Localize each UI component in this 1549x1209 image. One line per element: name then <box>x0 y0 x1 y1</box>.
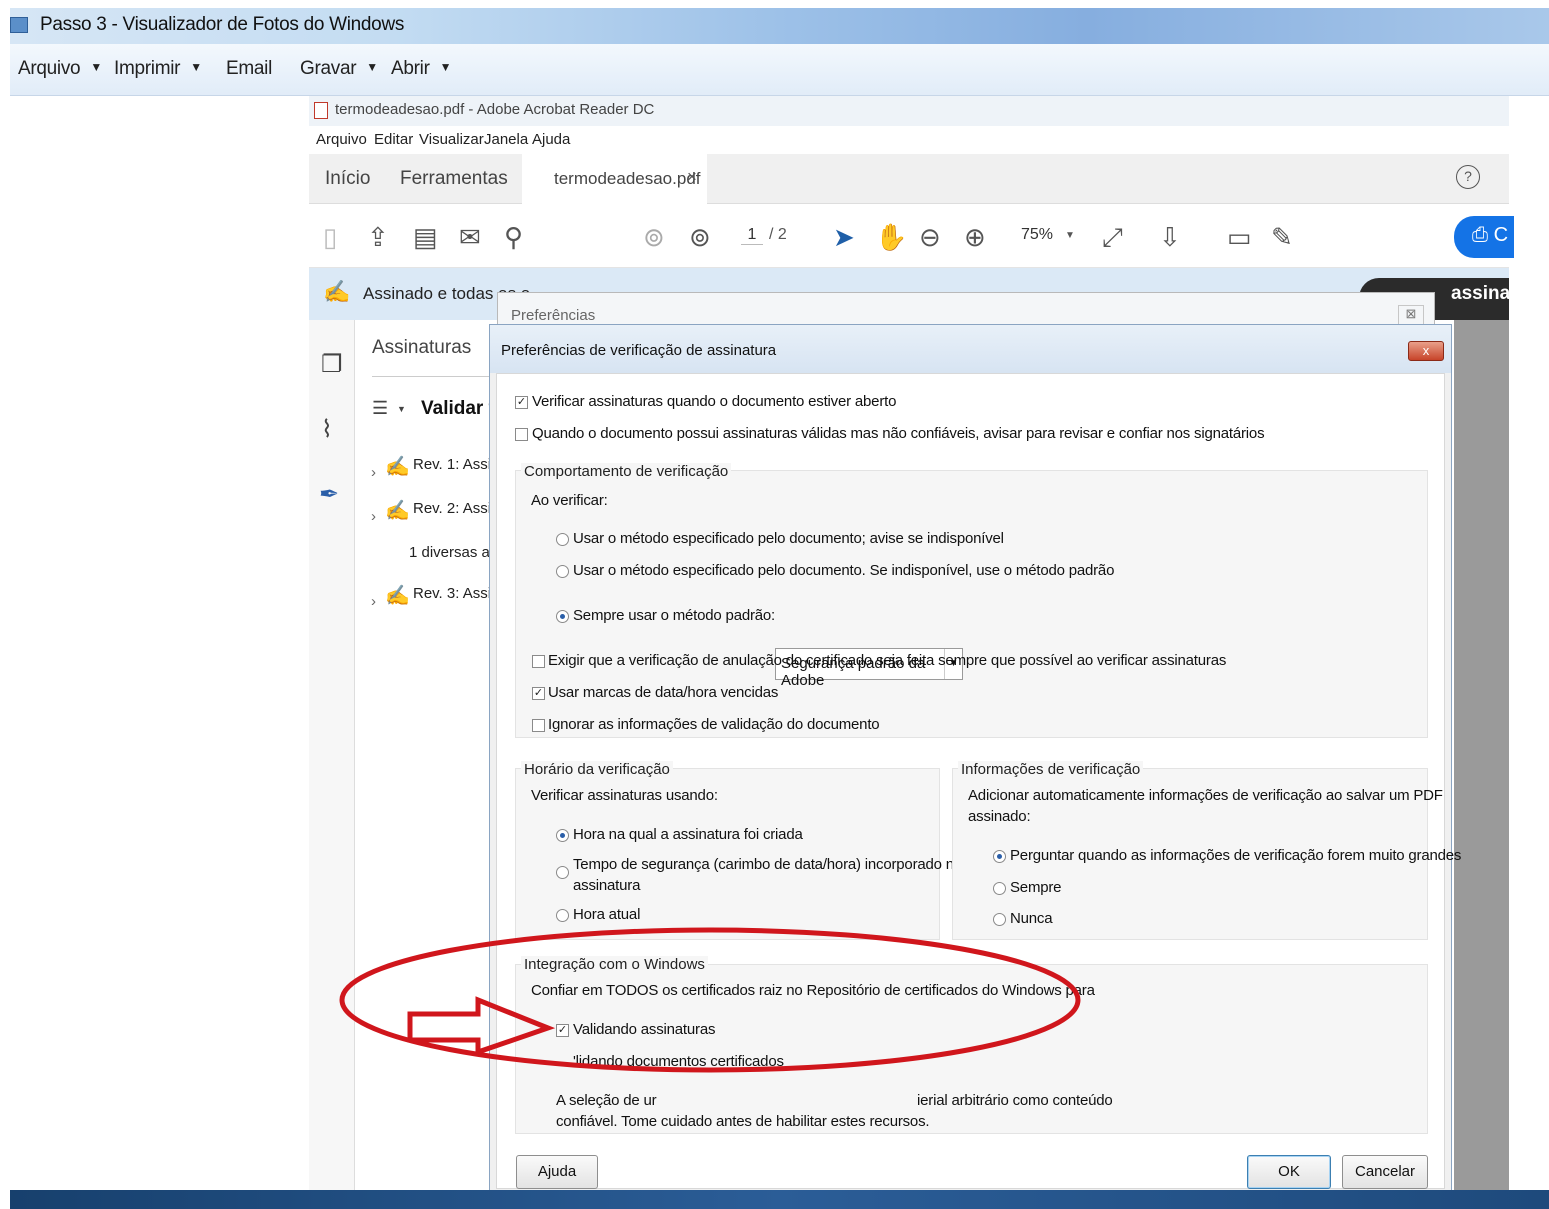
red-annotation <box>339 927 1081 1073</box>
annotation-ellipse <box>339 927 1081 1073</box>
taskbar <box>10 1190 1549 1209</box>
